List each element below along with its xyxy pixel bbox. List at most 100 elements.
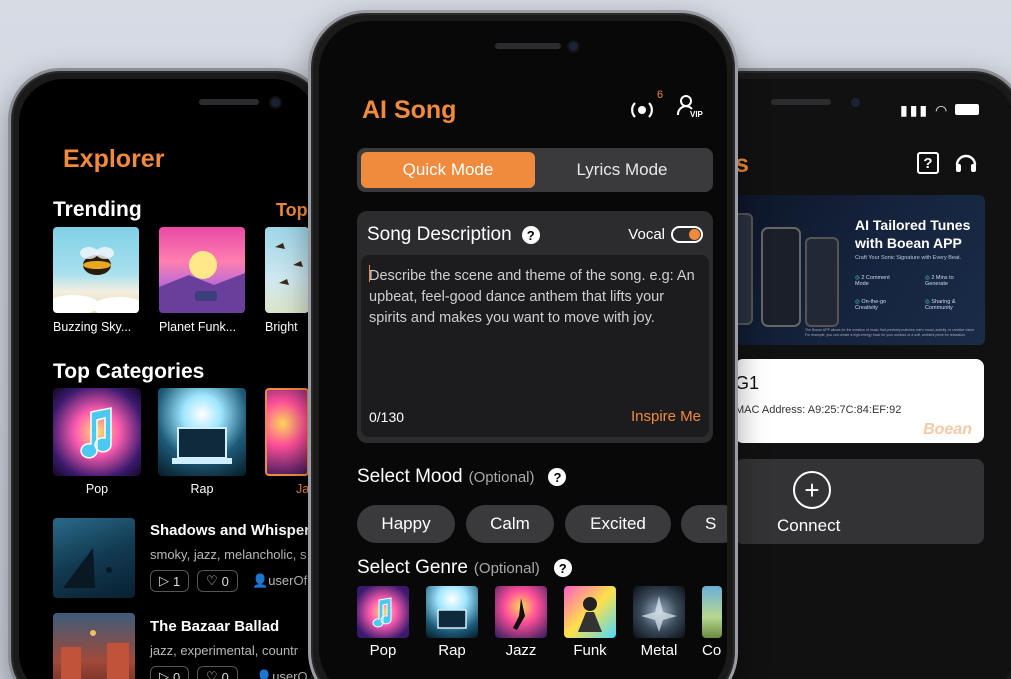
mood-chip-calm[interactable]: Calm	[466, 505, 554, 543]
song-title[interactable]: The Bazaar Ballad	[150, 618, 279, 635]
top-link[interactable]: Top	[276, 200, 308, 221]
select-mood-label: Select Mood (Optional) ?	[357, 466, 567, 488]
song-author: 👤userOf	[252, 573, 308, 588]
vocal-toggle[interactable]	[671, 226, 703, 243]
speaker-grille	[495, 43, 561, 49]
banner-phone-mockup	[805, 237, 839, 327]
genre-funk[interactable]	[564, 586, 616, 638]
like-count-pill[interactable]: ♡ 0	[197, 666, 238, 679]
banner-feature: ◎ 2 Comment Mode	[855, 275, 890, 287]
play-count-pill[interactable]: ▷ 0	[150, 666, 190, 679]
song-description-input[interactable]: Describe the scene and theme of the song…	[361, 255, 709, 437]
trending-caption: Planet Funk...	[159, 320, 237, 334]
device-brand-logo: Boean	[923, 421, 972, 438]
genre-country-partial[interactable]	[702, 586, 722, 638]
song-description-card: Song Description ? Vocal Describe the sc…	[357, 211, 713, 443]
genre-label: Co	[702, 642, 722, 659]
play-count: 0	[173, 669, 181, 679]
inspire-me-button[interactable]: Inspire Me	[631, 408, 701, 425]
play-count: 1	[173, 573, 181, 589]
front-camera	[569, 42, 578, 51]
character-counter: 0/130	[369, 409, 405, 425]
banner-feature: ◎ 2 Mins to Generate	[925, 275, 954, 287]
notifications-button[interactable]: 6	[627, 89, 663, 128]
banner-headline: with Boean APP	[855, 235, 962, 251]
page-title: AI Song	[362, 96, 457, 124]
genre-jazz[interactable]	[495, 586, 547, 638]
support-button[interactable]	[953, 150, 979, 181]
category-pop[interactable]	[53, 388, 141, 476]
song-cover[interactable]	[53, 613, 135, 679]
promo-banner[interactable]: AI Tailored Tunes with Boean APP Craft Y…	[735, 195, 985, 345]
genre-label: Jazz	[505, 642, 537, 659]
select-genre-label: Select Genre (Optional) ?	[357, 557, 572, 579]
trending-thumb-planet[interactable]	[159, 227, 245, 313]
play-count-pill[interactable]: ▷ 1	[150, 570, 190, 592]
center-phone-frame: AI Song 6 VIP Quick Mode Lyrics Mode Son…	[308, 10, 738, 679]
mode-toggle: Quick Mode Lyrics Mode	[357, 148, 713, 192]
broadcast-icon	[631, 102, 653, 118]
like-count-pill[interactable]: ♡ 0	[197, 570, 238, 592]
genre-rap[interactable]	[426, 586, 478, 638]
notification-badge: 6	[657, 89, 664, 101]
device-card[interactable]: G1 MAC Address: A9:25:7C:84:EF:92 Boean	[735, 359, 984, 443]
trending-thumb-bright[interactable]	[265, 227, 309, 313]
speaker-grille	[199, 99, 259, 105]
genre-help-icon[interactable]: ?	[553, 559, 572, 577]
mood-chip-happy[interactable]: Happy	[357, 505, 455, 543]
status-bar-icons: ▮▮▮ ◠	[900, 102, 980, 119]
heart-icon: ♡	[206, 669, 218, 679]
user-icon: 👤	[252, 573, 269, 588]
quick-mode-tab[interactable]: Quick Mode	[361, 152, 535, 188]
song-tags: smoky, jazz, melancholic, s	[150, 547, 307, 562]
signal-icon: ▮▮▮	[900, 102, 930, 118]
lyrics-mode-tab[interactable]: Lyrics Mode	[535, 152, 709, 188]
device-name: G1	[735, 373, 760, 393]
speaker-grille	[771, 99, 831, 105]
toggle-knob	[689, 229, 700, 240]
help-icon: ?	[923, 154, 933, 172]
category-jazz[interactable]	[265, 388, 309, 476]
user-icon: 👤	[256, 669, 273, 679]
top-categories-heading: Top Categories	[53, 360, 205, 383]
add-circle-icon: +	[793, 471, 831, 509]
headset-icon	[955, 154, 977, 172]
explorer-title: Explorer	[63, 145, 165, 173]
category-rap[interactable]	[158, 388, 246, 476]
battery-icon	[955, 104, 980, 115]
mood-chip-partial[interactable]: S	[681, 505, 727, 543]
trending-caption: Buzzing Sky...	[53, 320, 132, 334]
connect-button[interactable]: + Connect	[735, 459, 984, 544]
category-label: Rap	[190, 482, 214, 496]
front-camera	[851, 98, 860, 107]
mood-help-icon[interactable]: ?	[548, 468, 567, 486]
banner-subtitle: Craft Your Sonic Signature with Every Be…	[855, 255, 962, 261]
description-help-icon[interactable]: ?	[521, 226, 540, 244]
genre-pop[interactable]	[357, 586, 409, 638]
connect-label: Connect	[777, 516, 841, 535]
song-title[interactable]: Shadows and Whisper	[150, 522, 310, 539]
song-author: 👤userO	[256, 669, 308, 679]
heart-icon: ♡	[206, 573, 218, 588]
song-description-label: Song Description ?	[367, 224, 540, 246]
vocal-label: Vocal	[628, 226, 665, 243]
banner-headline: AI Tailored Tunes	[855, 217, 971, 233]
banner-feature: ◎ Sharing & Community	[925, 299, 956, 311]
vocal-toggle-group: Vocal	[628, 226, 703, 243]
front-camera	[271, 98, 280, 107]
play-icon: ▷	[159, 669, 169, 679]
trending-thumb-bee[interactable]	[53, 227, 139, 313]
trending-heading: Trending	[53, 198, 142, 221]
genre-label: Rap	[438, 642, 466, 659]
song-cover[interactable]	[53, 518, 135, 598]
category-label: Pop	[85, 482, 109, 496]
mood-chip-excited[interactable]: Excited	[565, 505, 671, 543]
device-mac: MAC Address: A9:25:7C:84:EF:92	[735, 404, 902, 416]
banner-footnote: The Boean APP allows for the creation of…	[805, 328, 976, 337]
vip-button[interactable]: VIP	[676, 94, 706, 126]
ai-song-screen: AI Song 6 VIP Quick Mode Lyrics Mode Son…	[319, 21, 727, 679]
genre-label: Pop	[369, 642, 397, 659]
genre-metal[interactable]	[633, 586, 685, 638]
vip-label: VIP	[690, 110, 703, 119]
help-button[interactable]: ?	[917, 152, 939, 174]
